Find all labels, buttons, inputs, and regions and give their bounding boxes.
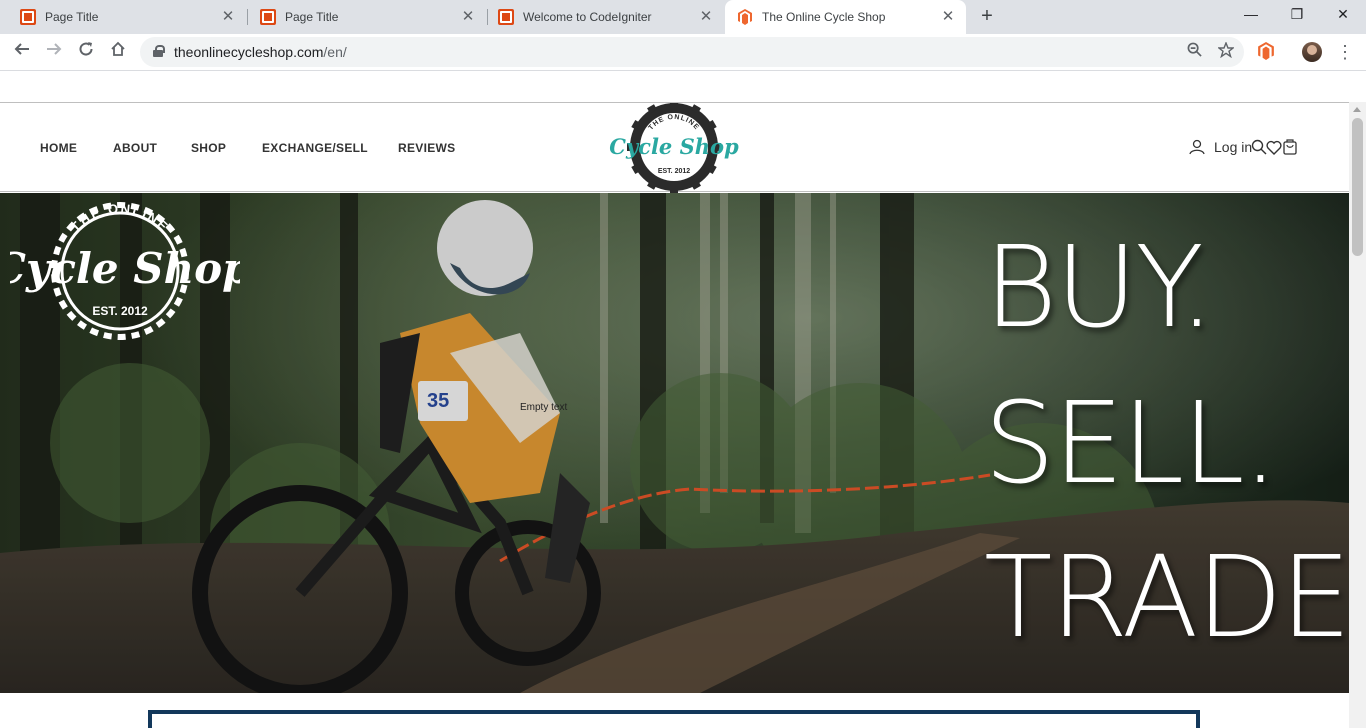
magento-icon (737, 9, 753, 25)
wishlist-button[interactable] (1266, 140, 1282, 160)
login-label[interactable]: Log in (1214, 139, 1252, 155)
close-tab-icon[interactable]: ✕ (220, 9, 236, 25)
cart-button[interactable] (1282, 138, 1298, 160)
lock-icon (153, 45, 165, 57)
nav-about[interactable]: ABOUT (113, 141, 157, 155)
browser-tab-1[interactable]: Page Title ✕ (0, 0, 246, 34)
tab-title: Page Title (285, 10, 339, 24)
user-icon (1189, 139, 1205, 155)
account-login[interactable]: Log in (1188, 137, 1252, 157)
scroll-up-arrow-icon[interactable] (1353, 107, 1361, 112)
hero-headline-buy: BUY. (984, 223, 1215, 353)
site-logo[interactable]: THE ONLINE Cycle Shop EST. 2012 (604, 103, 744, 193)
back-arrow-icon (14, 43, 29, 55)
profile-avatar[interactable] (1302, 42, 1322, 62)
logo-bottom-text: EST. 2012 (658, 168, 690, 175)
url-text: theonlinecycleshop.com/en/ (174, 44, 347, 60)
page-scrollbar[interactable] (1349, 102, 1366, 728)
hero-banner: 35 THE ONLINE Cycle Shop EST. 2012 BUY. … (0, 193, 1349, 693)
zoom-icon[interactable] (1184, 42, 1204, 62)
codeigniter-icon (20, 9, 36, 25)
forward-arrow-icon (47, 43, 62, 55)
back-button[interactable] (10, 40, 34, 64)
bookmark-star-icon[interactable] (1216, 41, 1236, 62)
codeigniter-icon (260, 9, 276, 25)
scrollbar-thumb[interactable] (1352, 118, 1363, 256)
browser-menu-icon[interactable]: ⋮ (1336, 40, 1354, 64)
minimize-button[interactable]: — (1228, 0, 1274, 30)
browser-tab-2[interactable]: Page Title ✕ (240, 0, 486, 34)
site-header: HOME ABOUT SHOP EXCHANGE/SELL REVIEWS TH… (0, 102, 1349, 193)
close-window-button[interactable]: ✕ (1320, 0, 1366, 30)
shopping-bag-icon (1283, 139, 1297, 155)
reload-button[interactable] (74, 40, 98, 64)
home-button[interactable] (106, 40, 130, 64)
close-tab-icon[interactable]: ✕ (460, 9, 476, 25)
search-icon (1251, 139, 1267, 155)
heart-icon (1266, 140, 1282, 155)
browser-tab-3[interactable]: Welcome to CodeIgniter ✕ (478, 0, 724, 34)
page-viewport: HOME ABOUT SHOP EXCHANGE/SELL REVIEWS TH… (0, 72, 1349, 728)
logo-script-text: Cycle Shop (609, 134, 739, 159)
close-tab-icon[interactable]: ✕ (698, 9, 714, 25)
magento-extension-icon[interactable] (1258, 42, 1276, 62)
hero-logo-script-text: Cycle Shop (10, 244, 240, 293)
browser-tab-4-active[interactable]: The Online Cycle Shop ✕ (725, 0, 966, 34)
codeigniter-icon (498, 9, 514, 25)
nav-home[interactable]: HOME (40, 141, 77, 155)
hero-headline-sell: SELL. (984, 379, 1278, 509)
nav-reviews[interactable]: REVIEWS (398, 141, 455, 155)
tab-title: The Online Cycle Shop (762, 10, 886, 24)
forward-button[interactable] (42, 40, 66, 64)
content-box (148, 710, 1200, 728)
empty-text-label: Empty text (520, 402, 568, 413)
search-button[interactable] (1251, 139, 1267, 160)
hero-logo-badge: THE ONLINE Cycle Shop EST. 2012 (10, 201, 240, 340)
browser-toolbar: theonlinecycleshop.com/en/ (0, 34, 1366, 71)
tab-title: Page Title (45, 10, 99, 24)
tab-title: Welcome to CodeIgniter (523, 10, 652, 24)
nav-exchange-sell[interactable]: EXCHANGE/SELL (262, 141, 368, 155)
close-tab-icon[interactable]: ✕ (940, 9, 956, 25)
home-icon (111, 41, 125, 56)
url-path: /en/ (323, 44, 347, 60)
hero-headline-trade: TRADE. (984, 533, 1349, 663)
tab-bar: Page Title ✕ Page Title ✕ Welcome to Cod… (0, 0, 1366, 34)
restore-button[interactable]: ❐ (1274, 0, 1320, 30)
url-host: theonlinecycleshop.com (174, 44, 324, 60)
nav-shop[interactable]: SHOP (191, 141, 226, 155)
new-tab-button[interactable]: + (976, 5, 998, 27)
reload-icon (79, 42, 93, 56)
address-bar[interactable]: theonlinecycleshop.com/en/ (140, 37, 1244, 67)
hero-logo-bottom-text: EST. 2012 (92, 304, 148, 318)
